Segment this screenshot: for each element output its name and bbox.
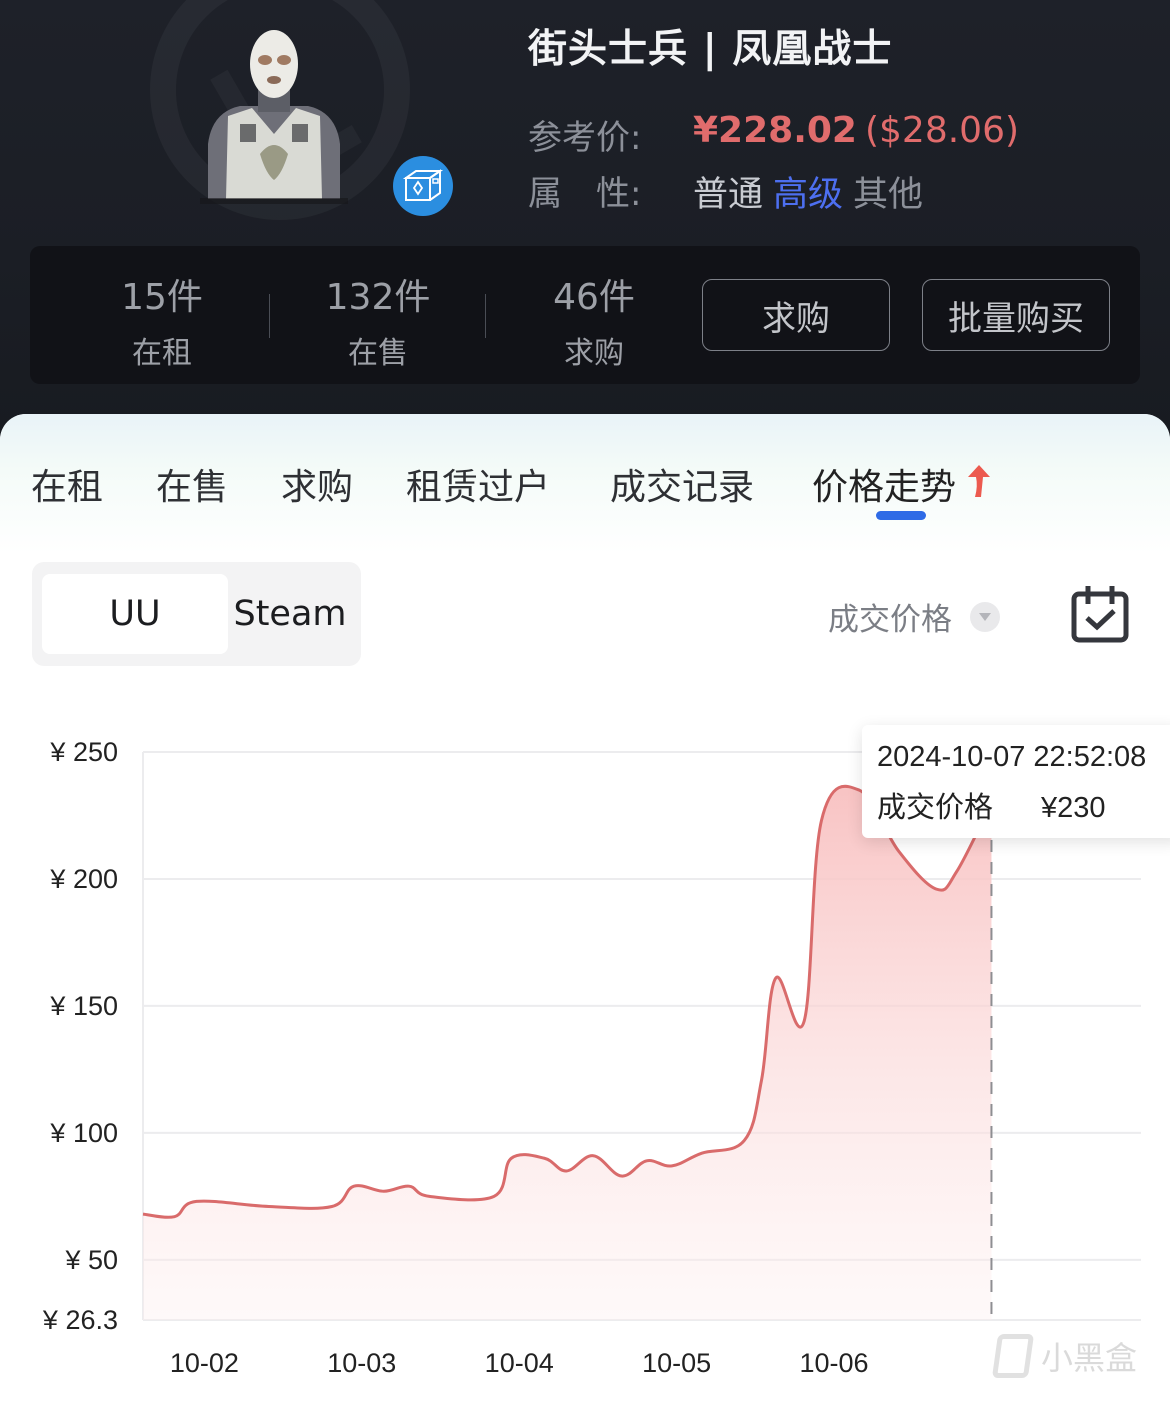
- x-tick-label: 10-03: [327, 1348, 396, 1378]
- x-tick-label: 10-05: [642, 1348, 711, 1378]
- x-tick-label: 10-02: [170, 1348, 239, 1378]
- x-tick-label: 10-06: [800, 1348, 869, 1378]
- y-tick-label: ¥ 50: [64, 1245, 118, 1275]
- xiaoheihe-watermark: 小黑盒: [991, 1333, 1138, 1379]
- y-tick-label: ¥ 250: [49, 737, 118, 767]
- watermark-text: 小黑盒: [1041, 1339, 1138, 1377]
- y-tick-label: ¥ 100: [49, 1118, 118, 1148]
- chart-tooltip: 2024-10-07 22:52:08 成交价格 ¥230: [862, 725, 1170, 838]
- tooltip-value: ¥230: [1041, 792, 1106, 824]
- y-tick-label: ¥ 200: [49, 864, 118, 894]
- y-tick-label: ¥ 150: [49, 991, 118, 1021]
- y-tick-label: ¥ 26.3: [42, 1305, 118, 1335]
- x-tick-label: 10-04: [485, 1348, 554, 1378]
- tooltip-time: 2024-10-07 22:52:08: [877, 741, 1147, 773]
- tooltip-label: 成交价格: [877, 792, 994, 824]
- price-area-fill: [143, 786, 992, 1320]
- xiaoheihe-logo-icon: [991, 1334, 1035, 1378]
- price-trend-chart[interactable]: ¥ 250 ¥ 200 ¥ 150 ¥ 100 ¥ 50 ¥ 26.3 10-02 10-03…: [0, 0, 1170, 1409]
- tooltip-row: 成交价格 ¥230: [877, 784, 1170, 826]
